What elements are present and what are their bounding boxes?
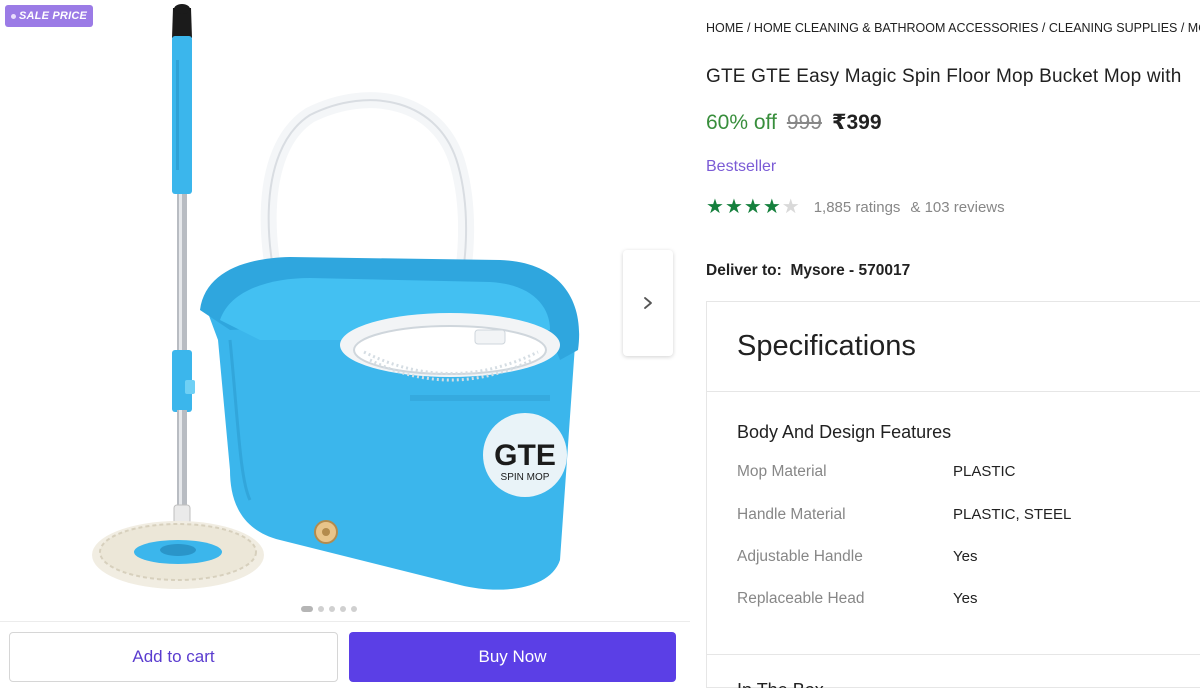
buy-now-button[interactable]: Buy Now xyxy=(349,632,676,682)
spec-row: Handle Material PLASTIC, STEEL xyxy=(737,506,1197,524)
spec-value: PLASTIC xyxy=(953,463,1016,480)
image-carousel-dots[interactable] xyxy=(301,606,357,612)
carousel-dot[interactable] xyxy=(301,606,313,612)
spec-divider xyxy=(707,391,1200,392)
bucket-logo-text: GTE xyxy=(494,439,556,472)
bucket-graphic: GTE SPIN MOP xyxy=(200,257,580,590)
spec-value: Yes xyxy=(953,548,978,565)
star-rating: ★ ★ ★ ★ ★ xyxy=(706,197,800,217)
gallery-divider xyxy=(0,621,690,622)
spec-divider xyxy=(707,654,1200,655)
price-row: 60% off 999 ₹399 xyxy=(706,110,882,135)
spec-group-title: Body And Design Features xyxy=(737,422,952,442)
carousel-dot[interactable] xyxy=(318,606,324,612)
spec-key: Replaceable Head xyxy=(737,590,865,607)
specifications-heading: Specifications xyxy=(737,330,916,362)
reviews-count: & 103 reviews xyxy=(910,198,1005,216)
discount-percent: 60% off xyxy=(706,111,777,134)
sale-badge-label: SALE PRICE xyxy=(19,10,88,22)
star-filled-icon: ★ xyxy=(724,196,743,218)
product-details: HOME / HOME CLEANING & BATHROOM ACCESSOR… xyxy=(706,0,1200,688)
in-the-box-heading: In The Box xyxy=(737,680,824,688)
product-image[interactable]: GTE SPIN MOP xyxy=(80,0,600,600)
carousel-dot[interactable] xyxy=(340,606,346,612)
deliver-label: Deliver to: xyxy=(706,262,782,279)
star-filled-icon: ★ xyxy=(762,196,781,218)
spec-key: Handle Material xyxy=(737,506,846,523)
delivery-location[interactable]: Deliver to: Mysore - 570017 xyxy=(706,262,910,280)
rating-row[interactable]: ★ ★ ★ ★ ★ 1,885 ratings & 103 reviews xyxy=(706,197,1005,217)
carousel-dot[interactable] xyxy=(329,606,335,612)
spec-row: Adjustable Handle Yes xyxy=(737,548,1197,566)
bestseller-tag: Bestseller xyxy=(706,158,777,175)
mop-handle-graphic xyxy=(172,4,195,528)
specifications-panel: Specifications Body And Design Features … xyxy=(706,301,1200,688)
ratings-count: 1,885 ratings xyxy=(813,198,901,216)
chevron-right-icon xyxy=(644,297,652,309)
carousel-dot[interactable] xyxy=(351,606,357,612)
spec-value: PLASTIC, STEEL xyxy=(953,506,1072,523)
spec-row: Replaceable Head Yes xyxy=(737,590,1197,608)
product-gallery: SALE PRICE GTE SPIN MOP Add to cart Buy … xyxy=(0,0,690,688)
original-price: 999 xyxy=(786,111,822,134)
selling-price: ₹399 xyxy=(831,111,882,134)
spec-row: Mop Material PLASTIC xyxy=(737,463,1197,481)
bucket-logo-subtext: SPIN MOP xyxy=(501,472,550,483)
star-filled-icon: ★ xyxy=(706,196,724,218)
badge-dot-icon xyxy=(11,13,16,19)
mop-head-graphic xyxy=(92,521,264,589)
star-empty-icon: ★ xyxy=(781,196,800,218)
next-image-button[interactable] xyxy=(623,250,673,356)
product-title: GTE GTE Easy Magic Spin Floor Mop Bucket… xyxy=(706,66,1182,87)
star-filled-icon: ★ xyxy=(743,196,762,218)
spec-value: Yes xyxy=(953,590,978,607)
add-to-cart-button[interactable]: Add to cart xyxy=(9,632,338,682)
spec-key: Adjustable Handle xyxy=(737,548,863,565)
deliver-location-value: Mysore - 570017 xyxy=(790,262,911,279)
breadcrumb[interactable]: HOME / HOME CLEANING & BATHROOM ACCESSOR… xyxy=(706,21,1200,35)
spec-key: Mop Material xyxy=(737,463,827,480)
